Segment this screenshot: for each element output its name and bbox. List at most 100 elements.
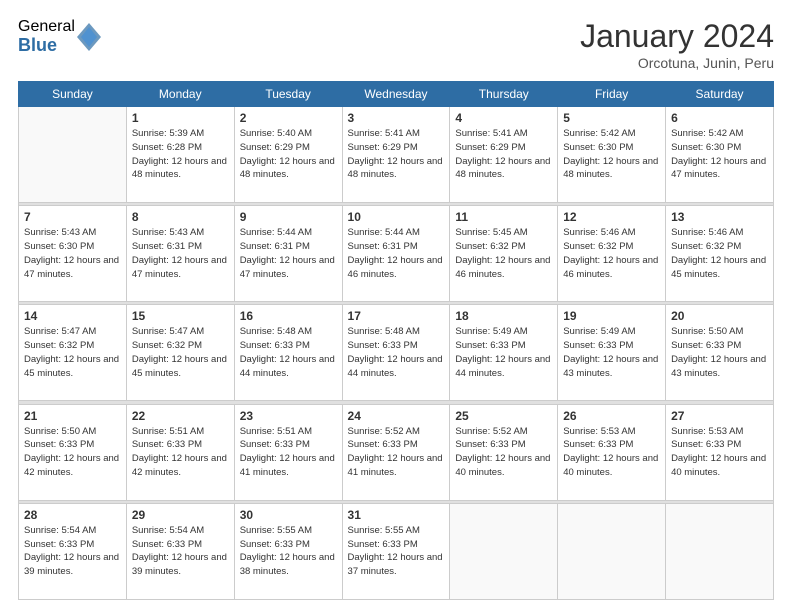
day-info: Sunrise: 5:52 AMSunset: 6:33 PMDaylight:…: [455, 426, 550, 478]
day-info: Sunrise: 5:46 AMSunset: 6:32 PMDaylight:…: [563, 227, 658, 279]
header-thursday: Thursday: [450, 82, 558, 107]
day-number: 18: [455, 309, 552, 323]
table-row: 16 Sunrise: 5:48 AMSunset: 6:33 PMDaylig…: [234, 305, 342, 401]
day-info: Sunrise: 5:44 AMSunset: 6:31 PMDaylight:…: [240, 227, 335, 279]
day-info: Sunrise: 5:54 AMSunset: 6:33 PMDaylight:…: [132, 525, 227, 577]
day-number: 30: [240, 508, 337, 522]
day-number: 17: [348, 309, 445, 323]
day-number: 9: [240, 210, 337, 224]
table-row: 21 Sunrise: 5:50 AMSunset: 6:33 PMDaylig…: [19, 404, 127, 500]
day-number: 14: [24, 309, 121, 323]
table-row: 30 Sunrise: 5:55 AMSunset: 6:33 PMDaylig…: [234, 503, 342, 599]
table-row: 7 Sunrise: 5:43 AMSunset: 6:30 PMDayligh…: [19, 206, 127, 302]
table-row: 28 Sunrise: 5:54 AMSunset: 6:33 PMDaylig…: [19, 503, 127, 599]
table-row: 9 Sunrise: 5:44 AMSunset: 6:31 PMDayligh…: [234, 206, 342, 302]
page: General Blue January 2024 Orcotuna, Juni…: [0, 0, 792, 612]
header: General Blue January 2024 Orcotuna, Juni…: [18, 18, 774, 71]
table-row: 18 Sunrise: 5:49 AMSunset: 6:33 PMDaylig…: [450, 305, 558, 401]
day-number: 31: [348, 508, 445, 522]
header-friday: Friday: [558, 82, 666, 107]
day-number: 24: [348, 409, 445, 423]
logo-text: General Blue: [18, 18, 75, 55]
table-row: 15 Sunrise: 5:47 AMSunset: 6:32 PMDaylig…: [126, 305, 234, 401]
day-number: 7: [24, 210, 121, 224]
day-info: Sunrise: 5:54 AMSunset: 6:33 PMDaylight:…: [24, 525, 119, 577]
day-info: Sunrise: 5:39 AMSunset: 6:28 PMDaylight:…: [132, 128, 227, 180]
day-number: 4: [455, 111, 552, 125]
table-row: [19, 107, 127, 203]
header-wednesday: Wednesday: [342, 82, 450, 107]
calendar-header-row: Sunday Monday Tuesday Wednesday Thursday…: [19, 82, 774, 107]
day-number: 29: [132, 508, 229, 522]
day-info: Sunrise: 5:45 AMSunset: 6:32 PMDaylight:…: [455, 227, 550, 279]
day-info: Sunrise: 5:41 AMSunset: 6:29 PMDaylight:…: [348, 128, 443, 180]
table-row: 19 Sunrise: 5:49 AMSunset: 6:33 PMDaylig…: [558, 305, 666, 401]
table-row: 1 Sunrise: 5:39 AMSunset: 6:28 PMDayligh…: [126, 107, 234, 203]
day-info: Sunrise: 5:47 AMSunset: 6:32 PMDaylight:…: [24, 326, 119, 378]
table-row: 13 Sunrise: 5:46 AMSunset: 6:32 PMDaylig…: [666, 206, 774, 302]
day-info: Sunrise: 5:48 AMSunset: 6:33 PMDaylight:…: [348, 326, 443, 378]
day-number: 13: [671, 210, 768, 224]
day-info: Sunrise: 5:53 AMSunset: 6:33 PMDaylight:…: [671, 426, 766, 478]
day-info: Sunrise: 5:50 AMSunset: 6:33 PMDaylight:…: [24, 426, 119, 478]
day-info: Sunrise: 5:53 AMSunset: 6:33 PMDaylight:…: [563, 426, 658, 478]
day-info: Sunrise: 5:52 AMSunset: 6:33 PMDaylight:…: [348, 426, 443, 478]
day-info: Sunrise: 5:55 AMSunset: 6:33 PMDaylight:…: [348, 525, 443, 577]
day-number: 23: [240, 409, 337, 423]
table-row: 27 Sunrise: 5:53 AMSunset: 6:33 PMDaylig…: [666, 404, 774, 500]
day-info: Sunrise: 5:55 AMSunset: 6:33 PMDaylight:…: [240, 525, 335, 577]
day-number: 1: [132, 111, 229, 125]
calendar-table: Sunday Monday Tuesday Wednesday Thursday…: [18, 81, 774, 600]
table-row: 14 Sunrise: 5:47 AMSunset: 6:32 PMDaylig…: [19, 305, 127, 401]
day-number: 22: [132, 409, 229, 423]
logo-icon: [77, 23, 101, 51]
location-subtitle: Orcotuna, Junin, Peru: [580, 55, 774, 71]
day-info: Sunrise: 5:49 AMSunset: 6:33 PMDaylight:…: [455, 326, 550, 378]
table-row: 23 Sunrise: 5:51 AMSunset: 6:33 PMDaylig…: [234, 404, 342, 500]
table-row: 6 Sunrise: 5:42 AMSunset: 6:30 PMDayligh…: [666, 107, 774, 203]
table-row: 8 Sunrise: 5:43 AMSunset: 6:31 PMDayligh…: [126, 206, 234, 302]
month-title: January 2024: [580, 18, 774, 55]
header-sunday: Sunday: [19, 82, 127, 107]
day-number: 12: [563, 210, 660, 224]
day-info: Sunrise: 5:47 AMSunset: 6:32 PMDaylight:…: [132, 326, 227, 378]
header-monday: Monday: [126, 82, 234, 107]
day-info: Sunrise: 5:40 AMSunset: 6:29 PMDaylight:…: [240, 128, 335, 180]
table-row: [666, 503, 774, 599]
table-row: [558, 503, 666, 599]
day-number: 16: [240, 309, 337, 323]
table-row: [450, 503, 558, 599]
header-tuesday: Tuesday: [234, 82, 342, 107]
table-row: 4 Sunrise: 5:41 AMSunset: 6:29 PMDayligh…: [450, 107, 558, 203]
day-number: 20: [671, 309, 768, 323]
table-row: 29 Sunrise: 5:54 AMSunset: 6:33 PMDaylig…: [126, 503, 234, 599]
logo-blue: Blue: [18, 36, 75, 56]
day-number: 21: [24, 409, 121, 423]
table-row: 24 Sunrise: 5:52 AMSunset: 6:33 PMDaylig…: [342, 404, 450, 500]
day-info: Sunrise: 5:43 AMSunset: 6:31 PMDaylight:…: [132, 227, 227, 279]
table-row: 2 Sunrise: 5:40 AMSunset: 6:29 PMDayligh…: [234, 107, 342, 203]
day-number: 3: [348, 111, 445, 125]
header-saturday: Saturday: [666, 82, 774, 107]
day-number: 6: [671, 111, 768, 125]
day-info: Sunrise: 5:42 AMSunset: 6:30 PMDaylight:…: [671, 128, 766, 180]
table-row: 10 Sunrise: 5:44 AMSunset: 6:31 PMDaylig…: [342, 206, 450, 302]
day-number: 2: [240, 111, 337, 125]
day-info: Sunrise: 5:51 AMSunset: 6:33 PMDaylight:…: [132, 426, 227, 478]
day-info: Sunrise: 5:43 AMSunset: 6:30 PMDaylight:…: [24, 227, 119, 279]
day-info: Sunrise: 5:41 AMSunset: 6:29 PMDaylight:…: [455, 128, 550, 180]
day-info: Sunrise: 5:42 AMSunset: 6:30 PMDaylight:…: [563, 128, 658, 180]
table-row: 31 Sunrise: 5:55 AMSunset: 6:33 PMDaylig…: [342, 503, 450, 599]
table-row: 17 Sunrise: 5:48 AMSunset: 6:33 PMDaylig…: [342, 305, 450, 401]
day-info: Sunrise: 5:49 AMSunset: 6:33 PMDaylight:…: [563, 326, 658, 378]
table-row: 20 Sunrise: 5:50 AMSunset: 6:33 PMDaylig…: [666, 305, 774, 401]
table-row: 26 Sunrise: 5:53 AMSunset: 6:33 PMDaylig…: [558, 404, 666, 500]
day-number: 11: [455, 210, 552, 224]
title-block: January 2024 Orcotuna, Junin, Peru: [580, 18, 774, 71]
day-info: Sunrise: 5:50 AMSunset: 6:33 PMDaylight:…: [671, 326, 766, 378]
table-row: 25 Sunrise: 5:52 AMSunset: 6:33 PMDaylig…: [450, 404, 558, 500]
day-number: 27: [671, 409, 768, 423]
day-number: 19: [563, 309, 660, 323]
table-row: 3 Sunrise: 5:41 AMSunset: 6:29 PMDayligh…: [342, 107, 450, 203]
day-number: 8: [132, 210, 229, 224]
